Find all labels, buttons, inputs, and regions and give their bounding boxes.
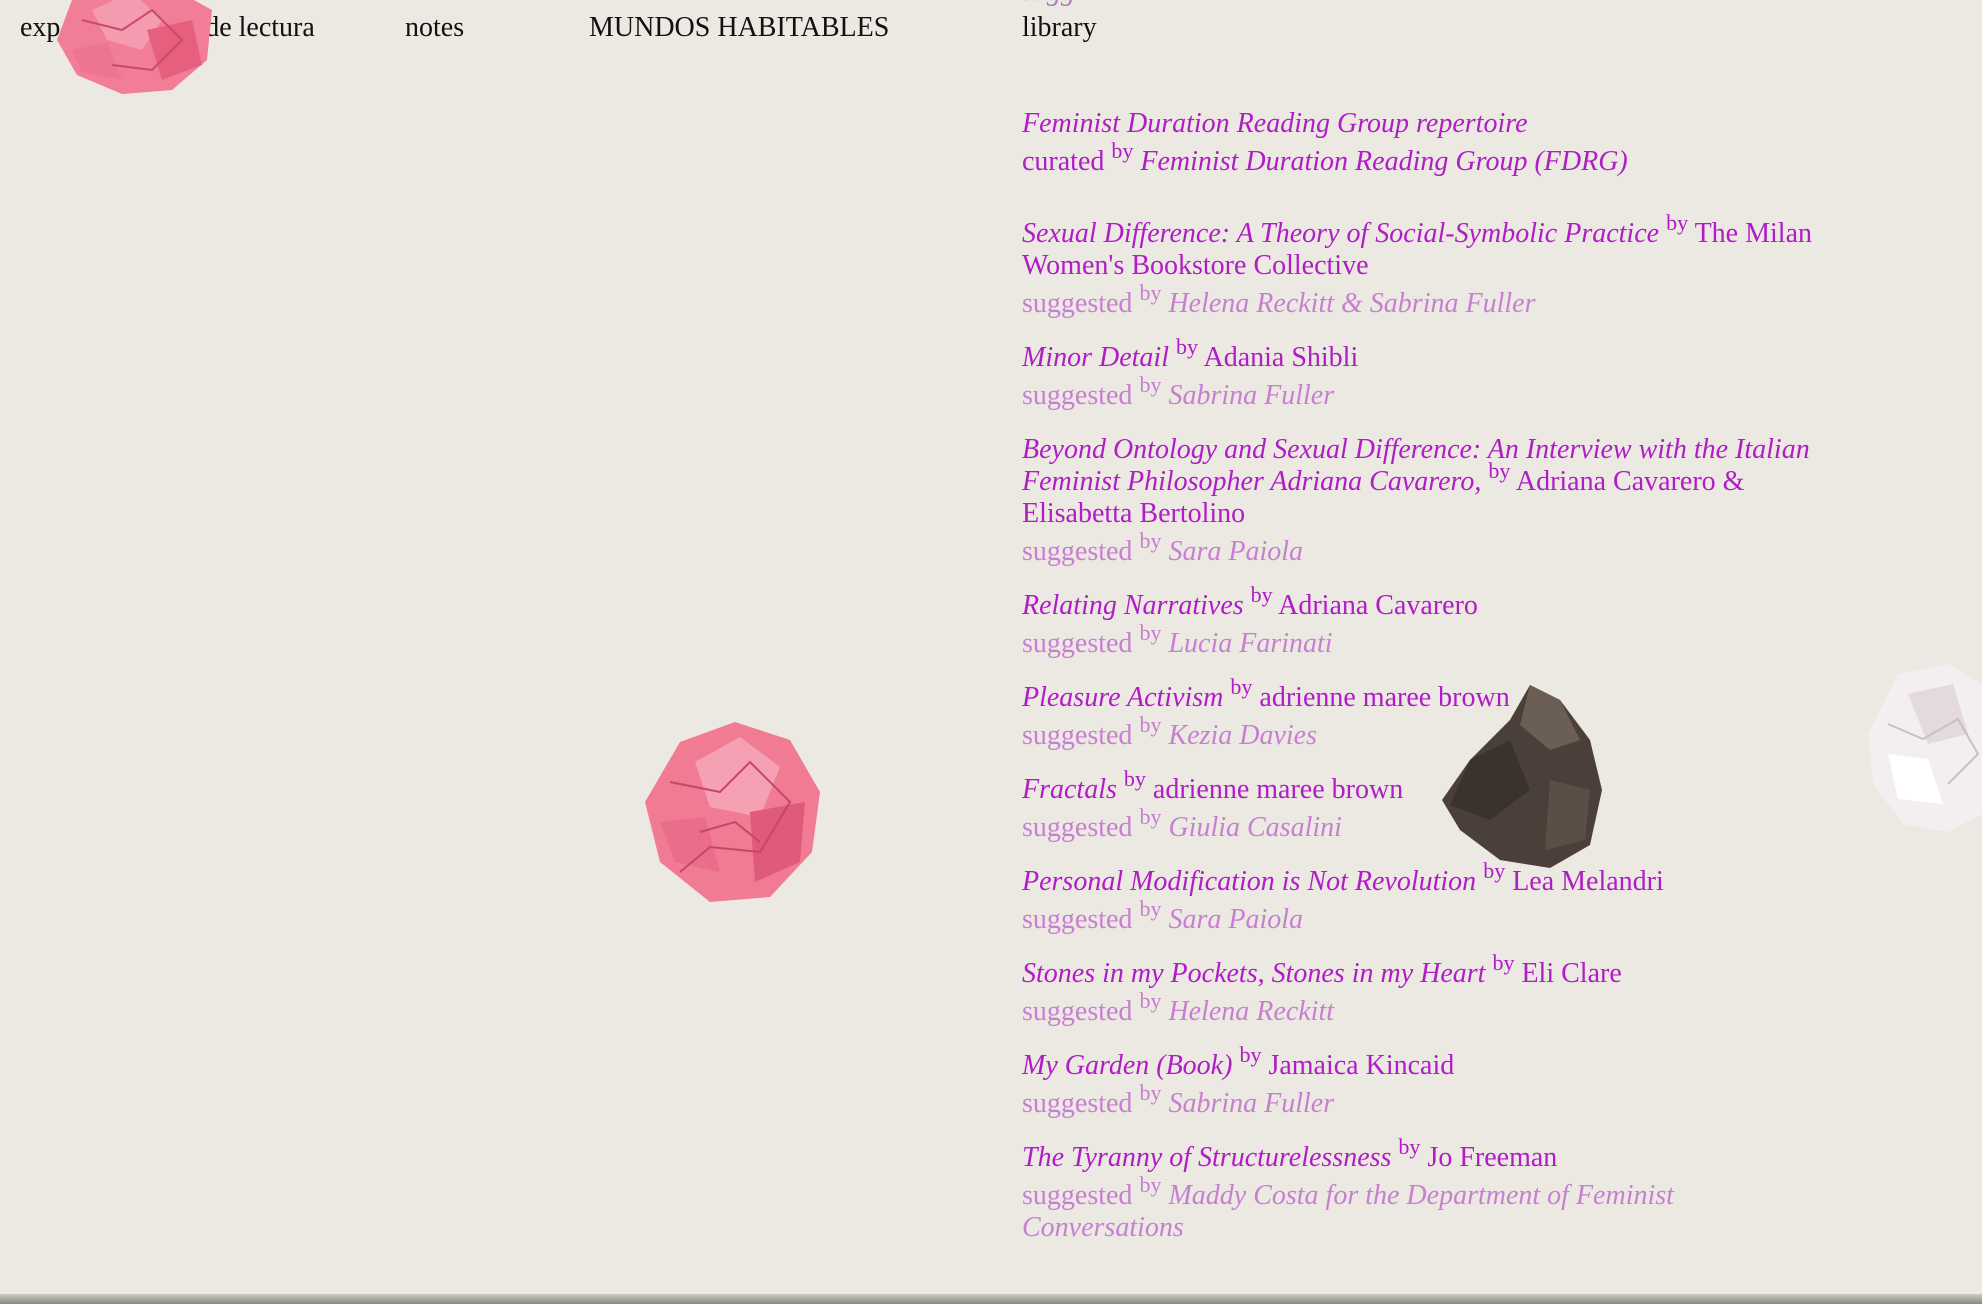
book-title[interactable]: Stones in my Pockets, Stones in my Heart <box>1022 958 1485 989</box>
suggester-name[interactable]: Sara Paiola <box>1168 904 1303 935</box>
suggested-label: suggested <box>1022 1180 1133 1211</box>
rock-icon <box>1442 685 1602 868</box>
library-entry: Pleasure Activism by adrienne maree brow… <box>1022 675 1842 752</box>
by-label: by <box>1111 137 1134 163</box>
book-title[interactable]: Fractals <box>1022 774 1117 805</box>
crumpled-pink-paper-icon <box>57 0 212 94</box>
suggested-line: suggested by Sara Paiola <box>1022 529 1842 568</box>
book-title[interactable]: Relating Narratives <box>1022 590 1244 621</box>
suggested-line: suggested by Giulia Casalini <box>1022 805 1842 844</box>
suggested-label: suggested <box>1022 904 1133 935</box>
library-entry: Personal Modification is Not Revolution … <box>1022 859 1842 936</box>
book-author: adrienne maree brown <box>1152 774 1404 805</box>
by-label: by <box>1139 1079 1162 1105</box>
library-list: Feminist Duration Reading Group repertoi… <box>1022 108 1842 1266</box>
suggester-name[interactable]: Helena Reckitt <box>1168 996 1334 1027</box>
curated-label: curated <box>1022 146 1105 177</box>
by-label: by <box>1398 1133 1421 1159</box>
suggested-line: suggested by Helena Reckitt & Sabrina Fu… <box>1022 281 1842 320</box>
book-title[interactable]: My Garden (Book) <box>1022 1050 1232 1081</box>
by-label: by <box>1176 333 1198 359</box>
by-label: by <box>1139 527 1162 553</box>
book-author: Adania Shibli <box>1203 342 1359 373</box>
by-label: by <box>1239 1041 1262 1067</box>
by-label: by <box>1666 209 1689 235</box>
nav-item-mundos-habitables[interactable]: MUNDOS HABITABLES <box>589 12 889 44</box>
by-label: by <box>1139 895 1162 921</box>
top-partial-text: sugg <box>1022 0 1075 8</box>
book-title[interactable]: Minor Detail <box>1022 342 1169 373</box>
curator-name[interactable]: Feminist Duration Reading Group (FDRG) <box>1140 146 1627 177</box>
by-label: by <box>1123 765 1146 791</box>
repertoire-title[interactable]: Feminist Duration Reading Group repertoi… <box>1022 108 1842 140</box>
suggested-label: suggested <box>1022 812 1133 843</box>
suggested-label: suggested <box>1022 720 1133 751</box>
by-label: by <box>1139 711 1162 737</box>
suggested-label: suggested <box>1022 536 1133 567</box>
nav-item-notes[interactable]: notes <box>405 12 464 44</box>
suggested-line: suggested by Maddy Costa for the Departm… <box>1022 1173 1842 1244</box>
library-entry: Fractals by adrienne maree brown suggeste… <box>1022 767 1842 844</box>
suggester-name[interactable]: Sabrina Fuller <box>1168 380 1334 411</box>
suggested-line: suggested by Lucia Farinati <box>1022 621 1842 660</box>
suggester-name[interactable]: Kezia Davies <box>1168 720 1317 751</box>
suggested-line: suggested by Helena Reckitt <box>1022 989 1842 1028</box>
book-title[interactable]: Sexual Difference: A Theory of Social-Sy… <box>1022 218 1659 249</box>
suggested-label: suggested <box>1022 380 1133 411</box>
by-label: by <box>1230 673 1253 699</box>
suggester-name[interactable]: Sara Paiola <box>1168 536 1303 567</box>
library-entry: The Tyranny of Structurelessness by Jo F… <box>1022 1135 1842 1244</box>
by-label: by <box>1492 949 1515 975</box>
suggester-name[interactable]: Helena Reckitt & Sabrina Fuller <box>1168 288 1535 319</box>
book-author: Lea Melandri <box>1512 866 1664 897</box>
by-label: by <box>1488 457 1511 483</box>
book-title[interactable]: Pleasure Activism <box>1022 682 1223 713</box>
suggester-name[interactable]: Lucia Farinati <box>1168 628 1332 659</box>
library-entry: Stones in my Pockets, Stones in my Heart… <box>1022 951 1842 1028</box>
by-label: by <box>1139 1171 1162 1197</box>
suggested-label: suggested <box>1022 288 1133 319</box>
by-label: by <box>1139 803 1162 829</box>
book-author: Adriana Cavarero <box>1278 590 1478 621</box>
by-label: by <box>1139 987 1162 1013</box>
by-label: by <box>1250 581 1273 607</box>
book-title[interactable]: The Tyranny of Structurelessness <box>1022 1142 1391 1173</box>
suggested-line: suggested by Kezia Davies <box>1022 713 1842 752</box>
book-title[interactable]: Personal Modification is Not Revolution <box>1022 866 1476 897</box>
library-entry: Sexual Difference: A Theory of Social-Sy… <box>1022 211 1842 320</box>
book-author: Eli Clare <box>1521 958 1622 989</box>
browser-bottom-edge <box>0 1294 1982 1304</box>
by-label: by <box>1139 279 1162 305</box>
curated-header: Feminist Duration Reading Group repertoi… <box>1022 108 1842 178</box>
library-entry: My Garden (Book) by Jamaica Kincaid sugge… <box>1022 1043 1842 1120</box>
library-entry: Beyond Ontology and Sexual Difference: A… <box>1022 434 1842 568</box>
suggested-line: suggested by Sara Paiola <box>1022 897 1842 936</box>
crumpled-pink-paper-icon <box>645 722 820 902</box>
suggested-line: suggested by Sabrina Fuller <box>1022 1081 1842 1120</box>
library-entry: Relating Narratives by Adriana Cavarero s… <box>1022 583 1842 660</box>
suggester-name[interactable]: Sabrina Fuller <box>1168 1088 1334 1119</box>
library-entry: Minor Detail by Adania Shibli suggested b… <box>1022 335 1842 412</box>
suggested-label: suggested <box>1022 628 1133 659</box>
by-label: by <box>1139 371 1162 397</box>
suggested-label: suggested <box>1022 996 1133 1027</box>
crumpled-white-paper-icon <box>1868 664 1982 832</box>
book-author: Jamaica Kincaid <box>1268 1050 1455 1081</box>
nav-item-library[interactable]: library <box>1022 12 1097 44</box>
suggested-line: suggested by Sabrina Fuller <box>1022 373 1842 412</box>
suggester-name[interactable]: Giulia Casalini <box>1168 812 1341 843</box>
book-author: Jo Freeman <box>1427 1142 1558 1173</box>
suggested-label: suggested <box>1022 1088 1133 1119</box>
by-label: by <box>1139 619 1162 645</box>
